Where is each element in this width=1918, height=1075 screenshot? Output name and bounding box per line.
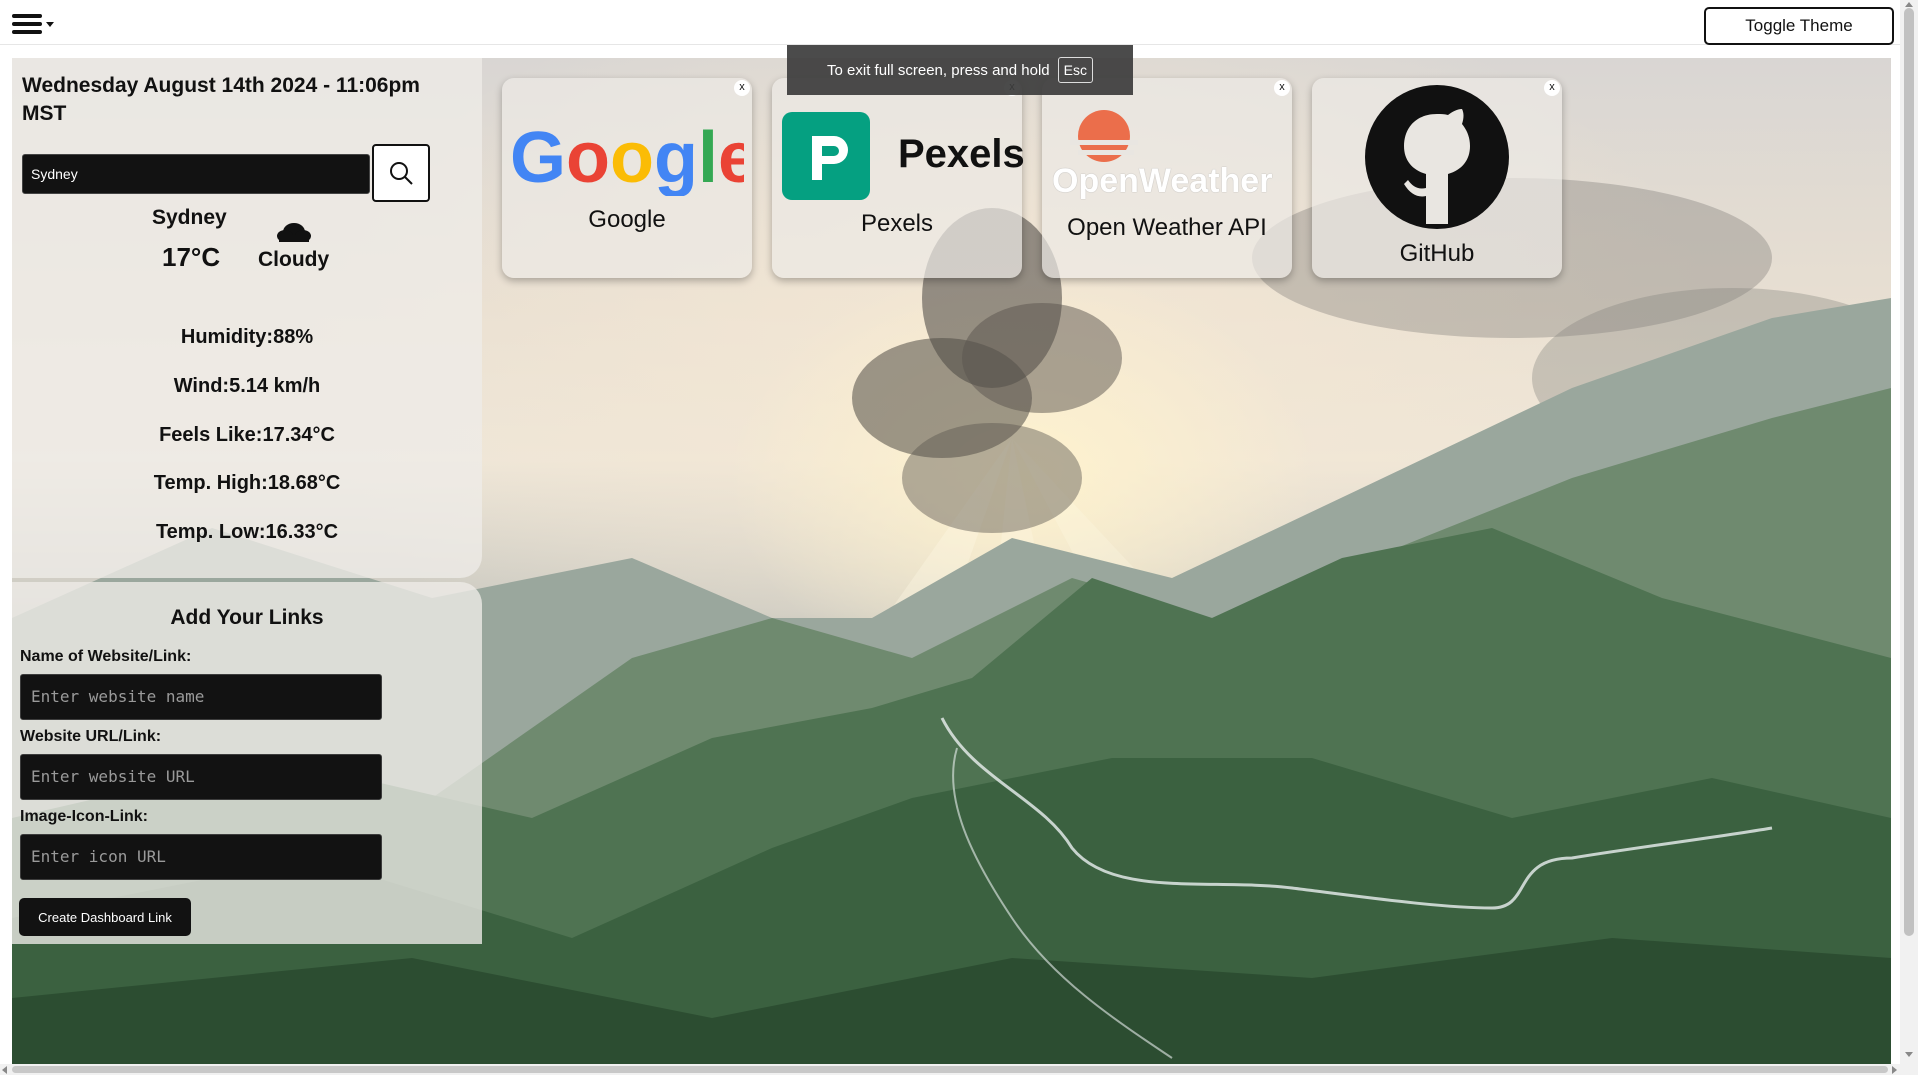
chevron-down-icon[interactable] xyxy=(46,22,54,27)
card-label: Pexels xyxy=(860,210,934,237)
weather-temperature: 17°C xyxy=(162,242,221,272)
website-name-label: Name of Website/Link: xyxy=(20,648,192,665)
fullscreen-exit-notice: To exit full screen, press and hold Esc xyxy=(787,45,1133,95)
search-button[interactable] xyxy=(372,144,430,202)
github-logo-icon xyxy=(1365,85,1509,229)
search-icon xyxy=(390,162,413,185)
website-name-input[interactable]: Enter website name xyxy=(20,674,382,720)
link-card-openweather[interactable]: x OpenWeather Open Weather API xyxy=(1042,78,1292,278)
vertical-scrollbar[interactable] xyxy=(1900,0,1918,1075)
weather-city: Sydney xyxy=(152,206,227,229)
scroll-down-arrow-icon[interactable] xyxy=(1905,1052,1913,1057)
website-url-input[interactable]: Enter website URL xyxy=(20,754,382,800)
icon-url-label: Image-Icon-Link: xyxy=(20,808,149,825)
pexels-logo-text: Pexels xyxy=(898,132,1025,176)
city-search: Sydney xyxy=(22,144,430,202)
card-label: Open Weather API xyxy=(1067,214,1267,241)
toggle-theme-button[interactable]: Toggle Theme xyxy=(1704,7,1894,45)
fullscreen-notice-text: To exit full screen, press and hold xyxy=(827,61,1050,79)
scroll-left-arrow-icon[interactable] xyxy=(2,1066,7,1074)
scroll-up-arrow-icon[interactable] xyxy=(1905,2,1913,7)
icon-url-input[interactable]: Enter icon URL xyxy=(20,834,382,880)
link-card-github[interactable]: x GitHub xyxy=(1312,78,1562,278)
add-links-panel: Add Your Links Name of Website/Link: Ent… xyxy=(12,582,482,944)
city-search-input[interactable]: Sydney xyxy=(22,154,370,194)
humidity-stat: Humidity:88% xyxy=(180,326,314,348)
website-url-label: Website URL/Link: xyxy=(20,728,162,745)
weather-panel: Wednesday August 14th 2024 - 11:06pm MST… xyxy=(12,58,482,578)
top-bar: Toggle Theme xyxy=(0,0,1900,45)
openweather-logo-text: OpenWeather xyxy=(1052,162,1273,200)
add-links-title: Add Your Links xyxy=(170,606,324,629)
card-close-button[interactable]: x xyxy=(1544,80,1560,96)
weather-condition: Cloudy xyxy=(258,248,330,271)
svg-text:Google: Google xyxy=(510,118,744,196)
feels-like-stat: Feels Like:17.34°C xyxy=(159,424,335,446)
openweather-sun-icon xyxy=(1070,110,1138,162)
hamburger-menu-icon[interactable] xyxy=(12,14,42,36)
vertical-scroll-thumb[interactable] xyxy=(1904,8,1914,936)
wind-stat: Wind:5.14 km/h xyxy=(173,375,321,397)
link-card-google[interactable]: x Google Google xyxy=(502,78,752,278)
card-label: GitHub xyxy=(1399,240,1475,267)
current-datetime: Wednesday August 14th 2024 - 11:06pm MST xyxy=(22,74,420,125)
card-close-button[interactable]: x xyxy=(734,80,750,96)
card-label: Google xyxy=(588,206,666,233)
temp-high-stat: Temp. High:18.68°C xyxy=(153,472,341,494)
horizontal-scroll-thumb[interactable] xyxy=(12,1066,1888,1073)
card-close-button[interactable]: x xyxy=(1274,80,1290,96)
temp-low-stat: Temp. Low:16.33°C xyxy=(155,521,339,543)
link-card-pexels[interactable]: x Pexels Pexels xyxy=(772,78,1025,278)
google-logo-icon: Google xyxy=(510,118,744,196)
pexels-logo-icon xyxy=(782,112,870,200)
scroll-right-arrow-icon[interactable] xyxy=(1892,1066,1897,1074)
cloud-icon xyxy=(277,223,311,242)
esc-key-badge: Esc xyxy=(1057,57,1093,83)
create-dashboard-link-button[interactable]: Create Dashboard Link xyxy=(19,898,191,936)
horizontal-scrollbar[interactable] xyxy=(0,1064,1900,1075)
